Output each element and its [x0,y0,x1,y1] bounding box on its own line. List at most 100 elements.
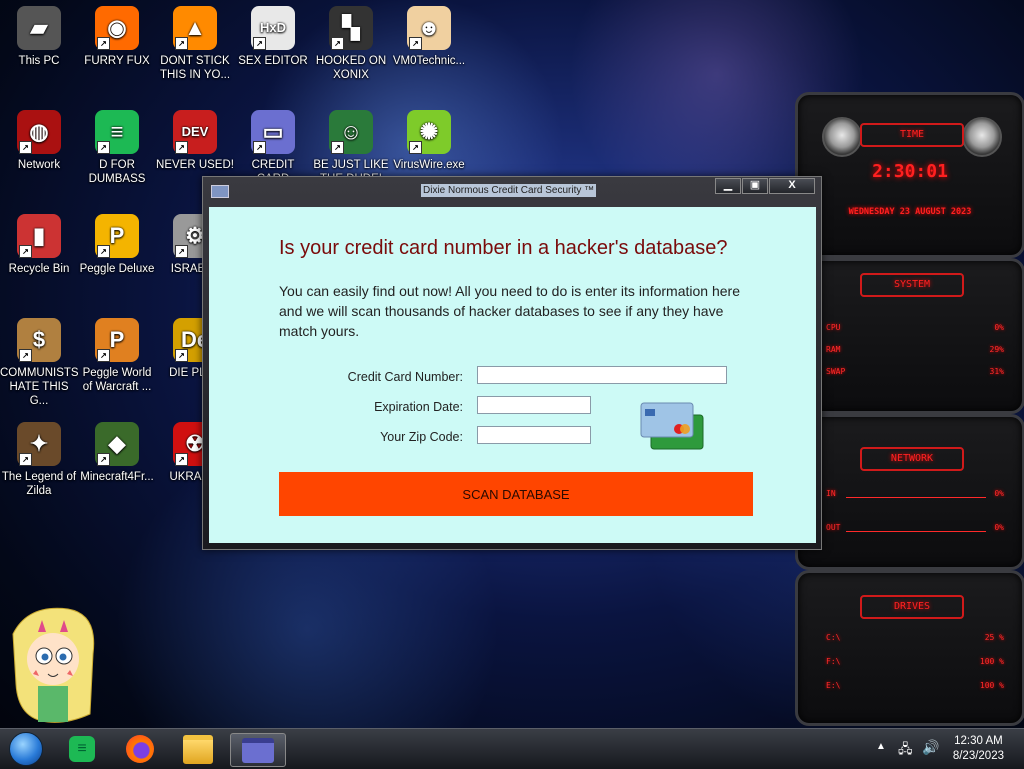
shortcut-arrow-icon: ↗ [331,37,344,50]
shortcut-arrow-icon: ↗ [19,349,32,362]
shortcut-arrow-icon: ↗ [175,349,188,362]
desktop-icon-label: NEVER USED! [156,159,234,171]
expiration-date-label: Expiration Date: [374,400,463,414]
dialog-content: Is your credit card number in a hacker's… [209,207,816,543]
system-title: SYSTEM [860,273,964,297]
system-monitor-widget: TIME 2:30:01 WEDNESDAY 23 AUGUST 2023 SY… [795,92,1024,726]
network-status-icon[interactable]: 🖧 [898,740,913,762]
drive-f-row: F:\ 100 % [826,657,1004,666]
shortcut-arrow-icon: ↗ [175,141,188,154]
folder-icon [183,734,213,764]
app-icon: ≡ ↗ [95,110,139,154]
desktop-icon[interactable]: DEV ↗ NEVER USED! [156,110,234,172]
desktop-icon[interactable]: $ ↗ COMMUNISTS HATE THIS G... [0,318,79,408]
desktop-icon[interactable]: ☺↗BE JUST LIKE THE DUDE! [312,110,390,186]
desktop-icon-label: HOOKED ON XONIX [315,55,387,81]
maximize-button[interactable]: ▣ [742,178,768,194]
shortcut-arrow-icon: ↗ [331,141,344,154]
desktop-icon-label: The Legend of Zilda [1,471,77,497]
app-icon: ◍ ↗ [17,110,61,154]
zip-code-input[interactable] [477,426,591,444]
shortcut-arrow-icon: ↗ [175,245,188,258]
taskbar-file-explorer[interactable] [178,733,218,765]
app-icon: P↗ [95,214,139,258]
ram-row: RAM 29% [826,345,1004,354]
system-panel: SYSTEM CPU 0% RAM 29% SWAP 31% [795,258,1024,414]
app-icon: DEV ↗ [173,110,217,154]
network-in-graph [846,497,986,498]
clock-time: 12:30 AM [954,735,1003,747]
desktop-icon[interactable]: ◉ ↗ FURRY FUX [78,6,156,68]
taskbar-firefox[interactable] [120,733,160,765]
desktop-icon[interactable]: ▮ ↗ Recycle Bin [0,214,78,276]
start-button[interactable] [6,732,46,766]
desktop-icon-label: This PC [18,55,60,67]
desktop-icon[interactable]: ◆ ↗ Minecraft4Fr... [78,422,156,484]
window-app-icon [211,185,229,198]
drives-panel: DRIVES C:\ 25 % F:\ 100 % E:\ 100 % [795,570,1024,726]
volume-icon[interactable]: 🔊 [922,739,939,756]
desktop-icon[interactable]: ▚ ↗ HOOKED ON XONIX [312,6,390,82]
minimize-button[interactable]: ▁ [715,178,741,194]
desktop-icon[interactable]: ✦ ↗ The Legend of Zilda [0,422,78,498]
app-icon: $ ↗ [17,318,61,362]
shortcut-arrow-icon: ↗ [97,37,110,50]
network-panel: NETWORK IN 0% OUT 0% [795,414,1024,570]
shortcut-arrow-icon: ↗ [175,37,188,50]
expiration-date-input[interactable] [477,396,591,414]
desktop-icon[interactable]: ≡ ↗ D FOR DUMBASS [78,110,156,186]
time-title: TIME [860,123,964,147]
desktop-icon[interactable]: P ↗ Peggle World of Warcraft ... [78,318,156,394]
app-icon: P↗ [95,318,139,362]
network-title: NETWORK [860,447,964,471]
time-panel: TIME 2:30:01 WEDNESDAY 23 AUGUST 2023 [795,92,1024,258]
taskbar-credit-card-checker[interactable] [230,733,286,767]
dialog-intro-text: You can easily find out now! All you nee… [279,283,740,339]
card-number-label: Credit Card Number: [347,370,463,384]
shortcut-arrow-icon: ↗ [175,453,188,466]
desktop-icon[interactable]: ☻ ↗ VM0Technic... [390,6,468,68]
taskbar: ≡ ▲ 🖧 🔊 12:30 AM 8/23/2023 [0,728,1024,769]
shortcut-arrow-icon: ↗ [97,349,110,362]
app-icon: ✦ ↗ [17,422,61,466]
scan-database-button[interactable]: SCAN DATABASE [279,472,753,516]
desktop-icon-label: Peggle World of Warcraft ... [82,367,152,393]
desktop-icon-label: FURRY FUX [84,55,150,67]
app-icon: ▮ ↗ [17,214,61,258]
shortcut-arrow-icon: ↗ [19,141,32,154]
drives-title: DRIVES [860,595,964,619]
dialog-heading: Is your credit card number in a hacker's… [279,237,728,259]
desktop-icon[interactable]: ▰ This PC [0,6,78,68]
zip-code-label: Your Zip Code: [380,430,463,444]
shortcut-arrow-icon: ↗ [97,453,110,466]
desktop-icon-label: VM0Technic... [392,55,466,67]
shortcut-arrow-icon: ↗ [97,245,110,258]
app-icon: ☺↗ [329,110,373,154]
desktop-icon-label: COMMUNISTS HATE THIS G... [0,367,79,407]
drive-e-row: E:\ 100 % [826,681,1004,690]
shortcut-arrow-icon: ↗ [253,37,266,50]
taskbar-spotify[interactable]: ≡ [62,733,102,765]
app-icon: HxD ↗ [251,6,295,50]
desktop-icon[interactable]: ▲ ↗ DONT STICK THIS IN YO... [156,6,234,82]
alien-head-icon [962,117,1002,157]
desktop-icon[interactable]: HxD ↗ SEX EDITOR [234,6,312,68]
network-out-graph [846,531,986,532]
desktop-icon[interactable]: P ↗ Peggle Deluxe [78,214,156,276]
card-number-input[interactable] [477,366,727,384]
app-icon: ▲ ↗ [173,6,217,50]
show-hidden-icons-chevron-icon[interactable]: ▲ [876,741,886,752]
desktop-icon-label: Peggle Deluxe [79,263,155,275]
desktop-icon[interactable]: ✺ ↗ VirusWire.exe [390,110,468,172]
close-button[interactable]: X [769,178,815,194]
taskbar-clock[interactable]: 12:30 AM 8/23/2023 [953,734,1004,764]
clock-date: 8/23/2023 [952,750,1004,762]
app-icon: ◉ ↗ [95,6,139,50]
start-orb-icon [9,732,43,766]
desktop-icon[interactable]: ◍ ↗ Network [0,110,78,172]
shortcut-arrow-icon: ↗ [409,141,422,154]
app-icon: ▚ ↗ [329,6,373,50]
window-title: Dixie Normous Credit Card Security ™ [421,184,597,197]
spotify-icon: ≡ [69,736,95,762]
alien-head-icon [822,117,862,157]
